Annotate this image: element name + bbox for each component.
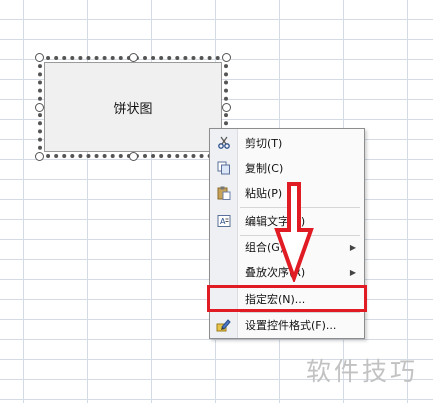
edit-text-icon: A xyxy=(210,214,237,228)
resize-handle-bottom[interactable] xyxy=(129,152,138,161)
resize-handle-bottom-left[interactable] xyxy=(35,152,44,161)
watermark: 软件技巧 xyxy=(306,357,419,386)
down-arrow-icon xyxy=(274,182,314,282)
shape-label: 饼状图 xyxy=(113,101,153,117)
submenu-arrow-icon: ▶ xyxy=(349,242,356,252)
shape-body[interactable]: 饼状图 xyxy=(44,62,222,152)
format-control-icon xyxy=(210,318,237,332)
copy-icon xyxy=(210,161,237,175)
pie-chart-shape[interactable]: 饼状图 xyxy=(35,53,231,161)
highlight-box xyxy=(207,285,367,312)
resize-handle-top-left[interactable] xyxy=(35,53,44,62)
svg-text:A: A xyxy=(220,217,226,226)
resize-handle-left[interactable] xyxy=(35,103,44,112)
resize-handle-top-right[interactable] xyxy=(222,53,231,62)
scissors-icon xyxy=(210,136,237,150)
menu-item-copy[interactable]: 复制(C) xyxy=(210,156,364,180)
submenu-arrow-icon: ▶ xyxy=(349,267,356,277)
resize-handle-top[interactable] xyxy=(129,53,138,62)
menu-item-cut[interactable]: 剪切(T) xyxy=(210,131,364,155)
paste-icon xyxy=(210,186,237,200)
menu-item-format-control[interactable]: 设置控件格式(F)... xyxy=(210,313,364,337)
resize-handle-right[interactable] xyxy=(222,103,231,112)
